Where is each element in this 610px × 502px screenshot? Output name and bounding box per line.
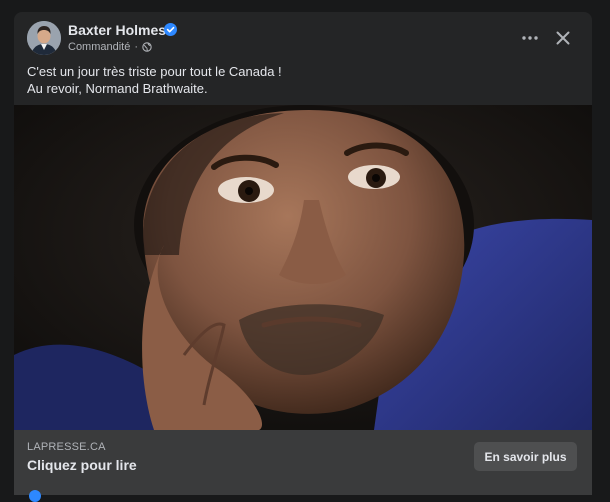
- close-icon: [556, 31, 570, 45]
- post-header: Baxter Holmes Commandité ·: [14, 12, 592, 64]
- post-meta: Commandité ·: [68, 41, 152, 53]
- reaction-icon-peek: [29, 490, 41, 502]
- post-text-line: C'est un jour très triste pour tout le C…: [27, 64, 282, 79]
- more-options-icon: [522, 36, 538, 40]
- sponsored-post-card: Baxter Holmes Commandité · C'est un jour…: [14, 12, 592, 495]
- more-options-button[interactable]: [516, 26, 544, 50]
- sponsored-label[interactable]: Commandité: [68, 41, 130, 53]
- post-text-line: Au revoir, Normand Brathwaite.: [27, 81, 208, 96]
- meta-separator: ·: [134, 41, 139, 53]
- post-text: C'est un jour très triste pour tout le C…: [27, 63, 577, 97]
- verified-badge-icon: [164, 23, 177, 36]
- author-avatar[interactable]: [27, 21, 61, 55]
- post-photo[interactable]: [14, 105, 592, 430]
- link-title[interactable]: Cliquez pour lire: [27, 457, 137, 473]
- learn-more-button[interactable]: En savoir plus: [474, 442, 577, 471]
- link-domain: LAPRESSE.CA: [27, 441, 106, 453]
- link-preview-bar[interactable]: LAPRESSE.CA Cliquez pour lire En savoir …: [14, 430, 592, 495]
- close-button[interactable]: [551, 26, 575, 50]
- globe-icon: [142, 42, 152, 52]
- author-name[interactable]: Baxter Holmes: [68, 22, 166, 38]
